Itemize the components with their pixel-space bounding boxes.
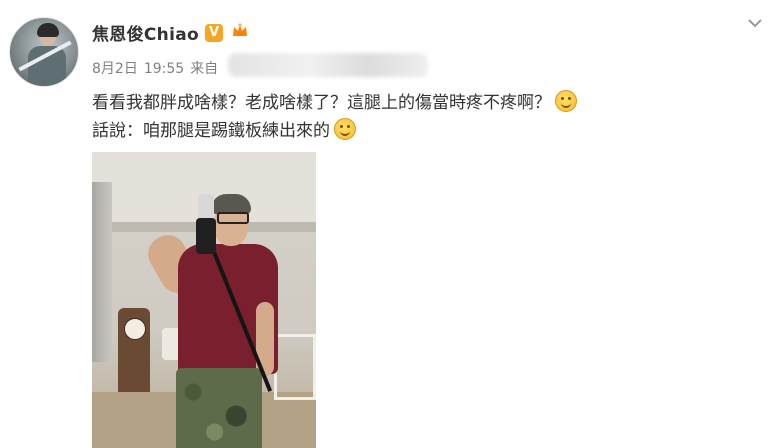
photo-camera-body [196,218,216,254]
post-meta: 8月2日 19:55 来自 [92,58,224,78]
post-date[interactable]: 8月2日 [92,61,138,77]
post-time[interactable]: 19:55 [144,61,184,77]
photo-glasses [217,212,249,224]
post-text-line-1-content: 看看我都胖成啥樣？老成啥樣了？這腿上的傷當時疼不疼啊？ [92,93,551,113]
chevron-svg [748,19,762,28]
photo-cap [211,194,251,214]
photo-frame [274,334,316,400]
chevron-down-icon[interactable] [745,13,765,33]
avatar[interactable] [9,17,79,87]
post-text-line-2-content: 話說：咱那腿是踢鐵板練出來的 [92,121,330,141]
member-crown-svg [233,23,247,36]
post-text-line-1: 看看我都胖成啥樣？老成啥樣了？這腿上的傷當時疼不疼啊？ [92,90,577,115]
verified-v-icon: V [205,24,223,42]
photo-curtain [92,182,112,362]
post-source-prefix: 来自 [190,61,219,77]
photo-camo-shorts [176,368,262,448]
grin-emoji-icon [334,118,356,140]
photo-clock-face [124,318,146,340]
username[interactable]: 焦恩俊Chiao [92,20,199,45]
member-crown-icon[interactable] [229,23,251,43]
post-text-line-2: 話說：咱那腿是踢鐵板練出來的 [92,118,356,143]
blurred-source [228,53,428,77]
smile-emoji-icon [555,90,577,112]
post-photo[interactable] [92,152,316,448]
avatar-figure-hair [37,23,59,37]
